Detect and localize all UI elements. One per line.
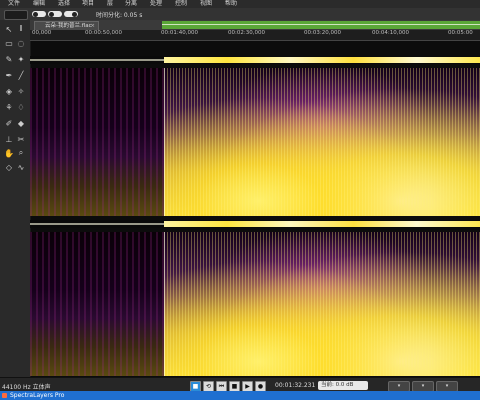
menu-file[interactable]: 文件 bbox=[8, 0, 20, 8]
toggle-2[interactable] bbox=[48, 11, 62, 17]
current-time: 00:01:32.231 bbox=[275, 382, 316, 389]
rect-select-icon[interactable]: ▭ bbox=[4, 38, 14, 48]
layers-icon[interactable]: ◇ bbox=[4, 162, 14, 172]
menu-process[interactable]: 处理 bbox=[150, 0, 162, 8]
hand-icon[interactable]: ✋ bbox=[4, 148, 14, 158]
wand-icon[interactable]: ✦ bbox=[16, 54, 26, 64]
app-logo-icon bbox=[2, 393, 7, 398]
app-taskbar: SpectraLayers Pro bbox=[0, 391, 480, 400]
menu-layer[interactable]: 层 bbox=[107, 0, 113, 8]
ruler-tick: 00:04:10,000 bbox=[372, 30, 409, 36]
eraser-icon[interactable]: ◈ bbox=[4, 86, 14, 96]
menu-edit[interactable]: 编辑 bbox=[33, 0, 45, 8]
drop-icon[interactable]: ♢ bbox=[16, 102, 26, 112]
wave-icon[interactable]: ∿ bbox=[16, 162, 26, 172]
cutter-icon[interactable]: ✂ bbox=[16, 134, 26, 144]
overview-bar[interactable] bbox=[162, 21, 480, 29]
transport-bar: 44100 Hz 立体声 ■ ⟲ ⏮ ■ ▶ ● 00:01:32.231 当前… bbox=[0, 377, 480, 392]
text-icon[interactable]: 𝐈 bbox=[16, 24, 26, 34]
menu-project[interactable]: 项目 bbox=[82, 0, 94, 8]
tool-sidebar: ↖ 𝐈 ▭ ◌ ✎ ✦ ✒ ╱ ◈ ✧ ⚘ ♢ ✐ ◆ ⊥ ✂ ✋ ⌕ ◇ ∿ bbox=[0, 20, 31, 384]
menu-control[interactable]: 控制 bbox=[175, 0, 187, 8]
waveform-bottom[interactable] bbox=[30, 220, 480, 228]
toggle-1[interactable] bbox=[32, 11, 46, 17]
menu-help[interactable]: 帮助 bbox=[225, 0, 237, 8]
ruler-tick: 00:03:20,000 bbox=[304, 30, 341, 36]
zoom-icon[interactable]: ⌕ bbox=[16, 148, 26, 158]
ruler-tick: 00:01:40,000 bbox=[161, 30, 198, 36]
clone-icon[interactable]: ⚘ bbox=[4, 102, 14, 112]
level-meter[interactable]: 当前: 0.0 dB bbox=[318, 381, 368, 390]
app-name: SpectraLayers Pro bbox=[10, 392, 65, 399]
fill-icon[interactable]: ◆ bbox=[16, 118, 26, 128]
line-icon[interactable]: ╱ bbox=[16, 70, 26, 80]
smudge-icon[interactable]: ✧ bbox=[16, 86, 26, 96]
time-ruler[interactable]: 00,000 00:00:50,000 00:01:40,000 00:02:3… bbox=[30, 30, 480, 41]
lasso-icon[interactable]: ◌ bbox=[16, 38, 26, 48]
time-resolution-label: 时间分化: 0.05 s bbox=[96, 12, 143, 19]
ruler-tick: 00:05:00 bbox=[448, 30, 473, 36]
brush-icon[interactable]: ✎ bbox=[4, 54, 14, 64]
spectrogram-channel-1[interactable] bbox=[30, 68, 480, 216]
stamp-icon[interactable]: ⊥ bbox=[4, 134, 14, 144]
ruler-tick: 00,000 bbox=[32, 30, 52, 36]
pencil-icon[interactable]: ✐ bbox=[4, 118, 14, 128]
ruler-tick: 00:02:30,000 bbox=[228, 30, 265, 36]
menu-select[interactable]: 选择 bbox=[58, 0, 70, 8]
ruler-tick: 00:00:50,000 bbox=[85, 30, 122, 36]
menu-bar: 文件 编辑 选择 项目 层 分离 处理 控制 视图 帮助 bbox=[0, 0, 480, 8]
pen-icon[interactable]: ✒ bbox=[4, 70, 14, 80]
spectrogram-channel-2[interactable] bbox=[30, 232, 480, 376]
audio-format-label: 44100 Hz 立体声 bbox=[2, 384, 51, 391]
waveform-top[interactable] bbox=[30, 56, 480, 64]
menu-separate[interactable]: 分离 bbox=[125, 0, 137, 8]
toggle-3[interactable] bbox=[64, 11, 78, 17]
menu-view[interactable]: 视图 bbox=[200, 0, 212, 8]
cursor-icon[interactable]: ↖ bbox=[4, 24, 14, 34]
tab-title: 云朵-我的普兰.flac bbox=[45, 23, 92, 29]
tool-dropdown[interactable] bbox=[4, 10, 28, 20]
